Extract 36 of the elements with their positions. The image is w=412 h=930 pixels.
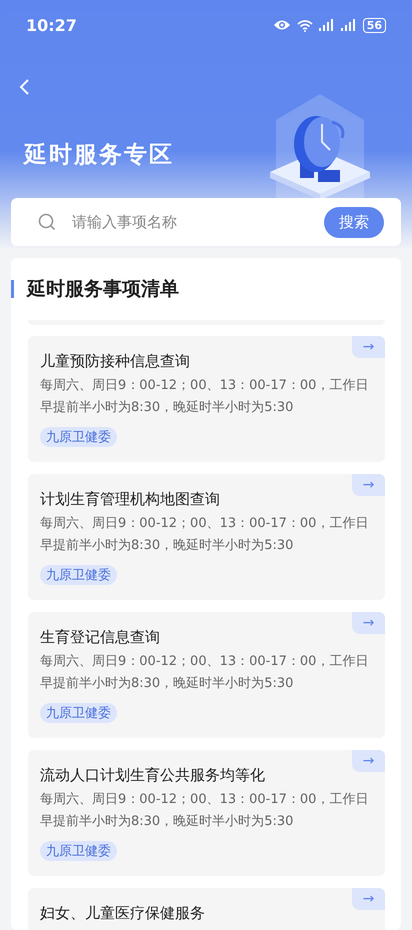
service-card[interactable]: → 计划生育管理机构地图查询 每周六、周日9：00-12；00、13：00-17：00，工作日早提前半小时为8:30，晚延时半小时为5:30 九原卫健委 — [28, 474, 385, 600]
service-hours: 每周六、周日9：00-12；00、13：00-17：00，工作日早提前半小时为8:30，晚延时半小时为5:30 — [40, 377, 370, 417]
arrow-button[interactable]: → — [352, 474, 385, 496]
department-tag: 九原卫健委 — [40, 703, 117, 723]
arrow-button[interactable]: → — [352, 750, 385, 772]
service-card[interactable]: → 妇女、儿童医疗保健服务 — [28, 888, 385, 930]
arrow-button[interactable]: → — [352, 612, 385, 634]
search-icon — [38, 213, 56, 231]
service-title: 儿童预防接种信息查询 — [40, 351, 191, 372]
signal-icon — [318, 19, 335, 31]
signal-icon — [340, 19, 357, 31]
service-title: 生育登记信息查询 — [40, 627, 161, 648]
service-hours: 每周六、周日9：00-12；00、13：00-17：00，工作日早提前半小时为8:30，晚延时半小时为5:30 — [40, 515, 370, 555]
service-hours: 每周六、周日9：00-12；00、13：00-17：00，工作日早提前半小时为8:30，晚延时半小时为5:30 — [40, 791, 370, 831]
status-time: 10:27 — [26, 16, 77, 34]
department-tag: 九原卫健委 — [40, 565, 117, 585]
department-tag: 九原卫健委 — [40, 427, 117, 447]
battery-indicator: 56 — [362, 18, 386, 32]
heading-accent — [11, 280, 14, 298]
department-tag: 九原卫健委 — [40, 841, 117, 861]
back-icon[interactable] — [18, 78, 30, 96]
arrow-button[interactable]: → — [352, 336, 385, 358]
service-title: 妇女、儿童医疗保健服务 — [40, 903, 206, 924]
service-title: 计划生育管理机构地图查询 — [40, 489, 221, 510]
service-card[interactable]: → 生育登记信息查询 每周六、周日9：00-12；00、13：00-17：00，工作日早提前半小时为8:30，晚延时半小时为5:30 九原卫健委 — [28, 612, 385, 738]
eye-icon — [272, 19, 291, 31]
wifi-icon — [296, 18, 313, 32]
search-field[interactable]: 请输入事项名称 搜索 — [11, 198, 401, 246]
service-hours: 每周六、周日9：00-12；00、13：00-17：00，工作日早提前半小时为8:30，晚延时半小时为5:30 — [40, 653, 370, 693]
service-title: 流动人口计划生育公共服务均等化 — [40, 765, 266, 786]
list-heading: 延时服务事项清单 — [27, 277, 179, 302]
search-button[interactable]: 搜索 — [324, 206, 384, 238]
page-title: 延时服务专区 — [24, 141, 174, 170]
arrow-button[interactable]: → — [352, 888, 385, 910]
service-card[interactable]: → 儿童预防接种信息查询 每周六、周日9：00-12；00、13：00-17：00，工作日早提前半小时为8:30，晚延时半小时为5:30 九原卫健委 — [28, 336, 385, 462]
service-card[interactable]: → 流动人口计划生育公共服务均等化 每周六、周日9：00-12；00、13：00-17：00，工作日早提前半小时为8:30，晚延时半小时为5:30 九原卫健委 — [28, 750, 385, 876]
